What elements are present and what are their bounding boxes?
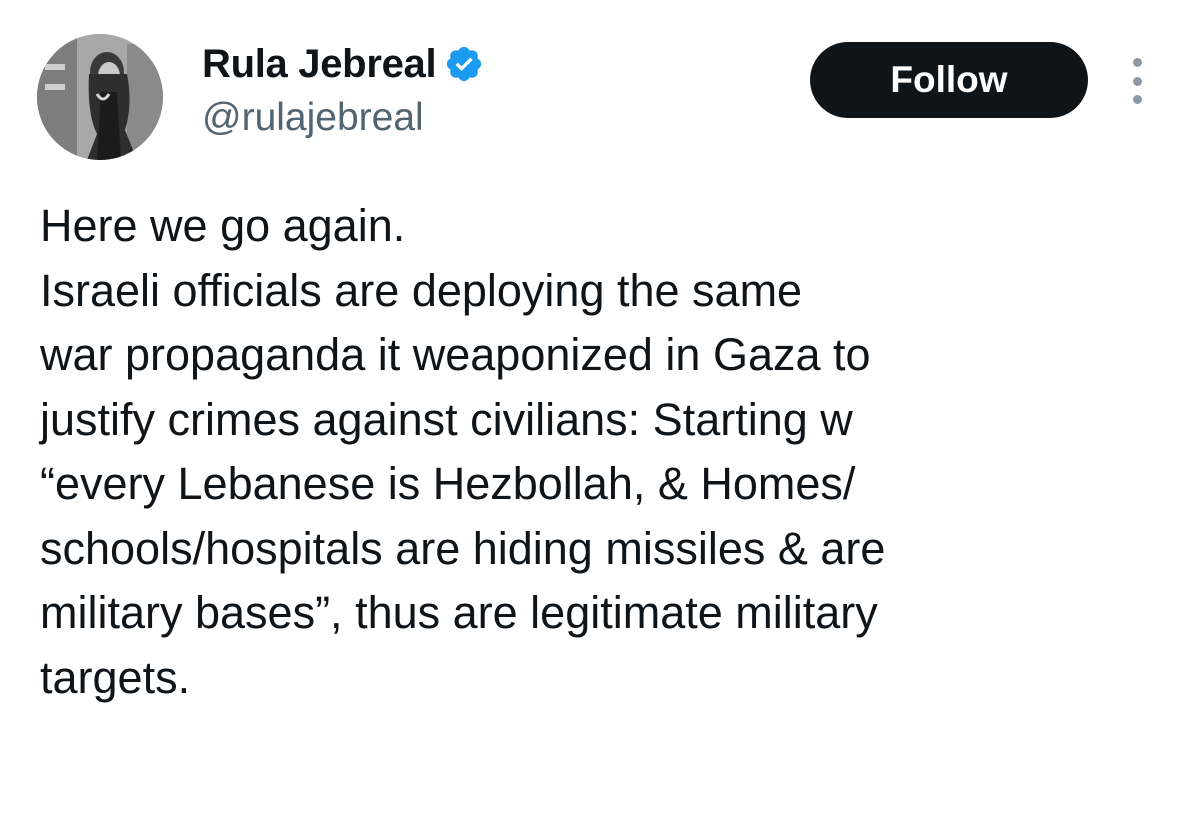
more-dot xyxy=(1132,58,1142,67)
tweet-card: Rula Jebreal @rulajebreal Follow Here we… xyxy=(0,0,1200,830)
tweet-text-line: war propaganda it weaponized in Gaza to xyxy=(40,329,871,380)
tweet-text-line: Israeli officials are deploying the same xyxy=(40,264,803,316)
avatar-photo-icon xyxy=(37,34,163,160)
tweet-text-line: military bases”, thus are legitimate mil… xyxy=(40,587,878,638)
author-avatar[interactable] xyxy=(37,34,163,160)
more-dot xyxy=(1132,76,1142,86)
display-name-text: Rula Jebreal xyxy=(202,42,437,86)
more-options-icon[interactable] xyxy=(1122,58,1152,104)
tweet-text-line: “every Lebanese is Hezbollah, & Homes/ xyxy=(40,458,856,509)
tweet-text-line: targets. xyxy=(40,651,191,703)
tweet-text-line: Here we go again. xyxy=(40,200,406,251)
tweet-text: Here we go again. Israeli officials are … xyxy=(40,194,1160,710)
follow-button[interactable]: Follow xyxy=(810,42,1088,118)
author-handle[interactable]: @rulajebreal xyxy=(202,94,424,142)
tweet-text-line: justify crimes against civilians: Starti… xyxy=(40,393,853,445)
author-display-name[interactable]: Rula Jebreal xyxy=(202,40,484,88)
more-dot xyxy=(1132,95,1142,104)
tweet-text-line: schools/hospitals are hiding missiles & … xyxy=(40,522,886,574)
verified-badge-icon xyxy=(444,44,484,84)
